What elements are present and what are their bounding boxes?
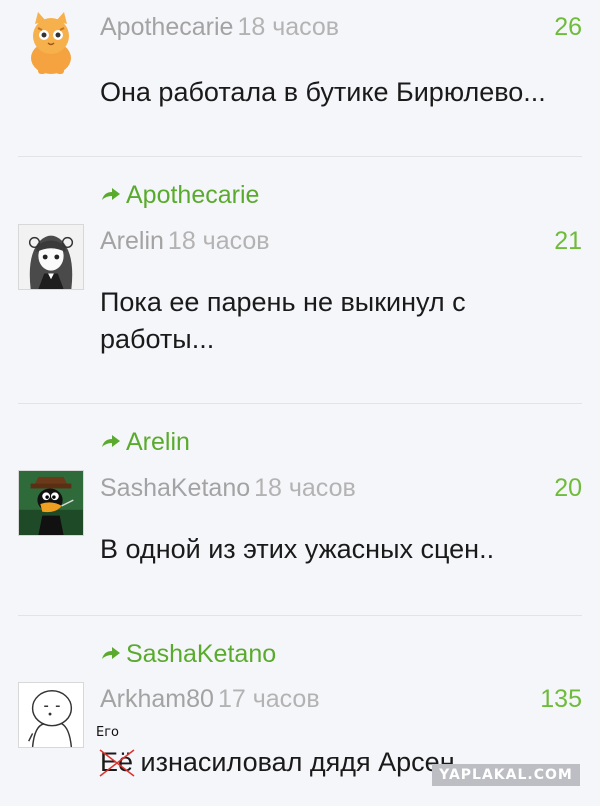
rating[interactable]: 26 xyxy=(554,12,582,42)
comment-text: Пока ее парень не выкинул с работы... xyxy=(100,284,570,358)
reply-arrow-icon xyxy=(102,188,120,200)
rating[interactable]: 21 xyxy=(554,226,582,256)
reply-to-link[interactable]: Apothecarie xyxy=(100,180,259,210)
reply-arrow-icon xyxy=(102,647,120,659)
reply-to-name[interactable]: Apothecarie xyxy=(126,180,259,210)
comment-meta: Arelin 18 часов xyxy=(100,226,270,256)
rating[interactable]: 20 xyxy=(554,473,582,503)
comment-meta: Apothecarie 18 часов xyxy=(100,12,339,42)
timestamp: 18 часов xyxy=(254,474,356,502)
handwritten-correction: Его xyxy=(96,725,119,740)
red-cross-icon xyxy=(99,749,135,777)
meme-face-avatar-icon[interactable] xyxy=(18,682,84,748)
comment-meta: Arkham80 17 часов xyxy=(100,684,320,714)
author-name[interactable]: Arkham80 xyxy=(100,685,214,713)
author-name[interactable]: Apothecarie xyxy=(100,13,233,41)
comment-text-line: работы... xyxy=(100,324,215,354)
reply-to-link[interactable]: SashaKetano xyxy=(100,639,276,669)
author-name[interactable]: SashaKetano xyxy=(100,474,250,502)
cartoon-duck-avatar-icon[interactable] xyxy=(18,470,84,536)
divider xyxy=(18,403,582,404)
reply-to-link[interactable]: Arelin xyxy=(100,427,190,457)
anime-girl-avatar-icon[interactable] xyxy=(18,224,84,290)
author-name[interactable]: Arelin xyxy=(100,227,164,255)
comment-text: Она работала в бутике Бирюлево... xyxy=(100,77,546,107)
comment-meta: SashaKetano 18 часов xyxy=(100,473,356,503)
timestamp: 18 часов xyxy=(237,13,340,41)
orange-cat-avatar-icon[interactable] xyxy=(18,10,84,76)
struck-word: Её xyxy=(99,744,135,781)
timestamp: 17 часов xyxy=(217,685,320,713)
reply-arrow-icon xyxy=(102,435,120,447)
comment-text-line: Пока ее парень не выкинул с xyxy=(100,287,466,317)
comment-text: В одной из этих ужасных сцен.. xyxy=(100,534,495,564)
timestamp: 18 часов xyxy=(167,227,270,255)
watermark: YAPLAKAL.COM xyxy=(432,764,580,786)
comment-text-rest: изнасиловал дядя Арсен... xyxy=(140,747,478,777)
divider xyxy=(18,615,582,616)
reply-to-name[interactable]: Arelin xyxy=(126,427,190,457)
divider xyxy=(18,156,582,157)
reply-to-name[interactable]: SashaKetano xyxy=(126,639,276,669)
rating[interactable]: 135 xyxy=(540,684,582,714)
